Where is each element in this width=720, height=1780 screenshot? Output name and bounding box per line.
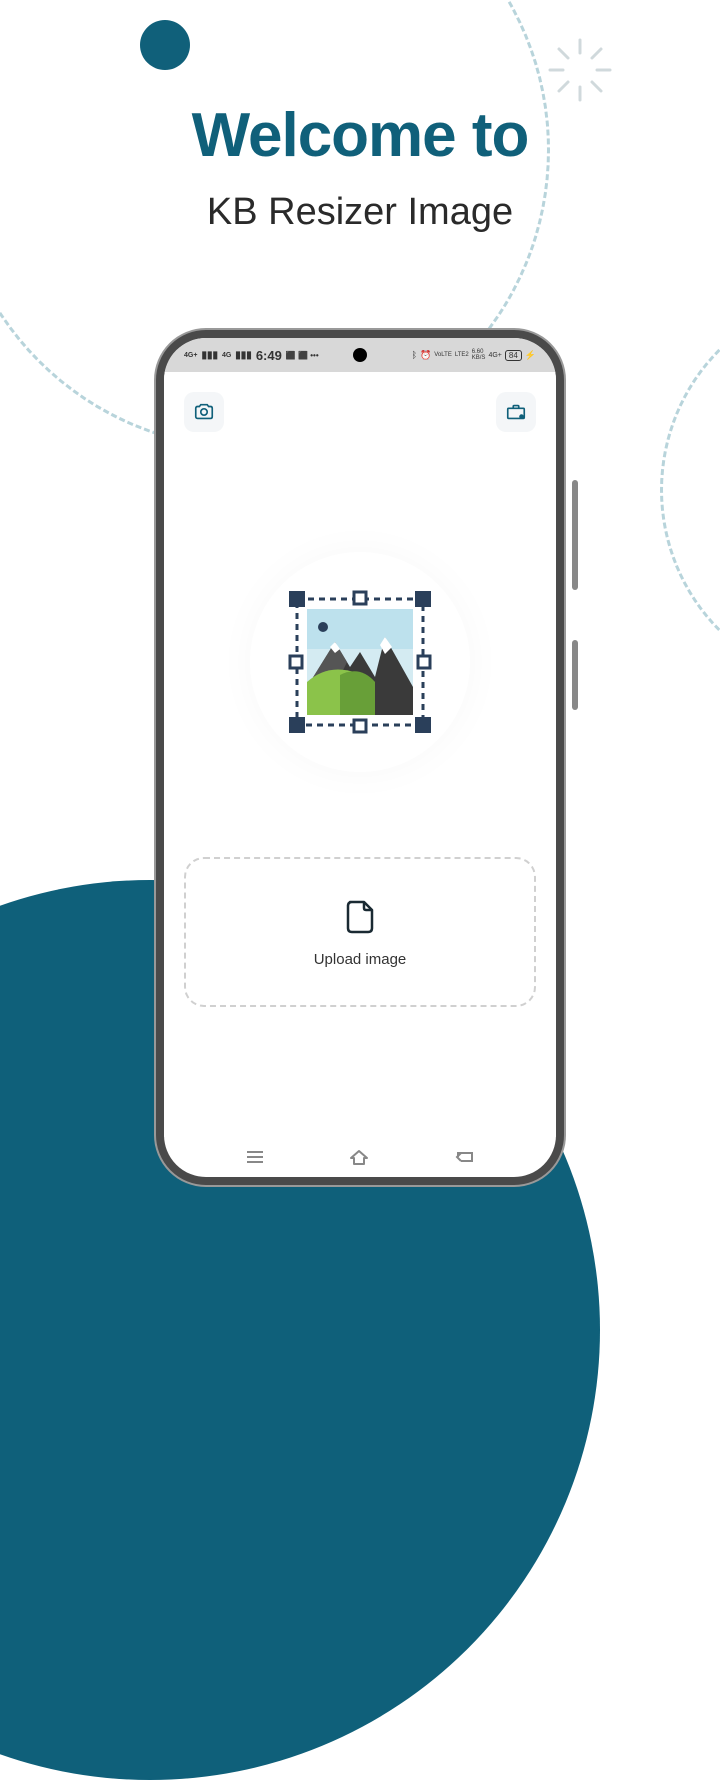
- net-4g: 4G+: [488, 352, 501, 359]
- status-dots: ⬛ ⬛ •••: [286, 351, 319, 360]
- status-left: 4G+ ▮▮▮ 4G ▮▮▮ 6:49 ⬛ ⬛ •••: [184, 348, 319, 363]
- status-bar: 4G+ ▮▮▮ 4G ▮▮▮ 6:49 ⬛ ⬛ ••• ᛒ ⏰ VoLTE LT…: [164, 338, 556, 372]
- home-icon[interactable]: [347, 1145, 371, 1169]
- header: Welcome to KB Resizer Image: [0, 0, 720, 234]
- resize-illustration: [250, 552, 470, 772]
- back-icon[interactable]: [452, 1145, 476, 1169]
- upload-dropzone[interactable]: Upload image: [184, 857, 536, 1007]
- signal-4g: 4G: [222, 352, 231, 359]
- briefcase-button[interactable]: [496, 392, 536, 432]
- android-nav-bar: [164, 1137, 556, 1177]
- net-unit: KB/S: [472, 355, 486, 361]
- camera-button[interactable]: [184, 392, 224, 432]
- volte-label: VoLTE: [434, 352, 452, 358]
- briefcase-icon: [505, 401, 527, 423]
- recent-apps-icon[interactable]: [244, 1146, 266, 1168]
- plus-icon: +: [55, 852, 80, 900]
- file-icon: [340, 896, 380, 936]
- lte-label: LTE2: [455, 352, 469, 358]
- charging-icon: ⚡: [525, 350, 536, 361]
- signal-icon-2: ▮▮▮: [235, 350, 252, 361]
- status-time: 6:49: [256, 348, 282, 363]
- app-name-subtitle: KB Resizer Image: [0, 191, 720, 234]
- alarm-icon: ⏰: [420, 350, 431, 361]
- signal-icon: ▮▮▮: [201, 350, 218, 361]
- camera-notch: [353, 348, 367, 362]
- signal-4gplus: 4G+: [184, 352, 197, 359]
- phone-power-button: [572, 640, 578, 710]
- phone-mockup: 4G+ ▮▮▮ 4G ▮▮▮ 6:49 ⬛ ⬛ ••• ᛒ ⏰ VoLTE LT…: [156, 330, 564, 1185]
- welcome-title: Welcome to: [0, 100, 720, 171]
- upload-label: Upload image: [314, 951, 407, 968]
- phone-volume-button: [572, 480, 578, 590]
- camera-icon: [193, 401, 215, 423]
- bluetooth-icon: ᛒ: [412, 350, 417, 360]
- bg-dashed-curve: [660, 290, 720, 690]
- status-right: ᛒ ⏰ VoLTE LTE2 6.60 KB/S 4G+ 84 ⚡: [412, 349, 536, 361]
- app-screen: Upload image: [164, 372, 556, 1137]
- battery-icon: 84: [505, 350, 522, 361]
